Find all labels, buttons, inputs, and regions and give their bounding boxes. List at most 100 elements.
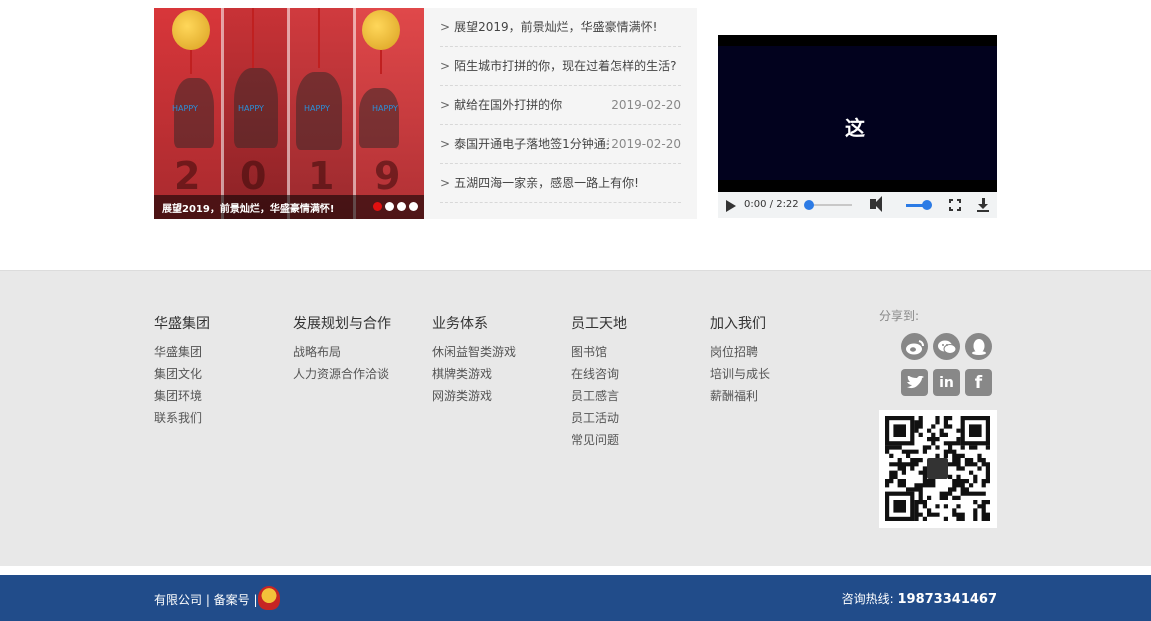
happy-text: HAPPY <box>304 104 330 113</box>
footer-link[interactable]: 常见问题 <box>571 429 627 451</box>
slide-dot[interactable] <box>409 202 418 211</box>
qq-icon[interactable] <box>965 333 992 360</box>
news-item[interactable]: > 献给在国外打拼的你 2019-02-20 <box>440 86 681 125</box>
year-digit: 1 <box>308 154 335 198</box>
footer-link[interactable]: 人力资源合作洽谈 <box>293 363 391 385</box>
lantern-icon <box>362 10 400 50</box>
footer-column-title: 业务体系 <box>432 316 488 332</box>
chevron-right-icon: > <box>440 59 451 73</box>
footer-link[interactable]: 在线咨询 <box>571 363 627 385</box>
chevron-right-icon: > <box>440 20 451 34</box>
chevron-right-icon: > <box>440 176 451 190</box>
hotline: 咨询热线: 19873341467 <box>842 590 997 607</box>
footer-link[interactable]: 棋牌类游戏 <box>432 363 516 385</box>
footer-column-title: 加入我们 <box>710 316 766 332</box>
footer-link[interactable]: 薪酬福利 <box>710 385 770 407</box>
happy-text: HAPPY <box>172 104 198 113</box>
chevron-right-icon: > <box>440 98 451 112</box>
video-player[interactable]: 这 0:00 / 2:22 <box>718 35 997 218</box>
news-title[interactable]: 五湖四海一家亲，感恩一路上有你! <box>454 176 639 190</box>
hotline-label: 咨询热线: <box>841 592 894 606</box>
footer-link[interactable]: 培训与成长 <box>710 363 770 385</box>
footer-link[interactable]: 员工感言 <box>571 385 627 407</box>
progress-knob[interactable] <box>804 200 814 210</box>
lantern-tassel <box>380 50 382 74</box>
footer-column: 发展规划与合作战略布局 人力资源合作洽谈 <box>293 313 391 385</box>
news-list: > 展望2019，前景灿烂，华盛豪情满怀! > 陌生城市打拼的你，现在过着怎样的生活?… <box>424 8 697 219</box>
chinese-knot-icon <box>252 8 254 68</box>
year-digit: 2 <box>174 154 201 198</box>
year-digit: 9 <box>374 154 401 198</box>
footer-link[interactable]: 图书馆 <box>571 341 627 363</box>
strip-divider <box>287 8 290 219</box>
footer-link[interactable]: 休闲益智类游戏 <box>432 341 516 363</box>
news-date: 2019-02-20 <box>609 125 681 163</box>
hotline-number[interactable]: 19873341467 <box>898 592 998 607</box>
video-time: 0:00 / 2:22 <box>744 199 799 210</box>
slide-caption[interactable]: 展望2019，前景灿烂，华盛豪情满怀! <box>162 200 334 215</box>
happy-text: HAPPY <box>238 104 264 113</box>
happy-text: HAPPY <box>372 104 398 113</box>
footer-column: 华盛集团 华盛集团 集团文化 集团环境 联系我们 <box>154 313 210 429</box>
footer-column: 员工天地图书馆 在线咨询 员工感言 员工活动 常见问题 <box>571 313 627 451</box>
progress-track[interactable] <box>808 204 852 206</box>
chinese-knot-icon <box>318 8 320 68</box>
news-item[interactable]: > 陌生城市打拼的你，现在过着怎样的生活? <box>440 47 681 86</box>
slide-dots <box>373 202 418 211</box>
footer-link[interactable]: 网游类游戏 <box>432 385 516 407</box>
play-icon[interactable] <box>726 200 736 212</box>
twitter-icon[interactable] <box>901 369 928 396</box>
current-time: 0:00 <box>744 199 767 210</box>
year-digit: 0 <box>240 154 267 198</box>
video-controls: 0:00 / 2:22 <box>718 192 997 218</box>
chevron-right-icon: > <box>440 137 451 151</box>
video-screen[interactable]: 这 <box>718 46 997 180</box>
news-title[interactable]: 献给在国外打拼的你 <box>454 98 562 112</box>
news-item[interactable]: > 泰国开通电子落地签1分钟通关 2019-02-20 <box>440 125 681 164</box>
slide-dot[interactable] <box>385 202 394 211</box>
footer-column-title: 发展规划与合作 <box>293 316 391 332</box>
duration: 2:22 <box>776 199 799 210</box>
footer-link[interactable]: 员工活动 <box>571 407 627 429</box>
news-title[interactable]: 展望2019，前景灿烂，华盛豪情满怀! <box>454 20 657 34</box>
strip-divider <box>353 8 356 219</box>
download-icon[interactable] <box>977 198 989 212</box>
footer-link[interactable]: 战略布局 <box>293 341 391 363</box>
volume-icon[interactable] <box>870 196 882 212</box>
weibo-icon[interactable] <box>901 333 928 360</box>
news-title[interactable]: 泰国开通电子落地签1分钟通关 <box>454 137 618 151</box>
site-footer: 华盛集团 华盛集团 集团文化 集团环境 联系我们 发展规划与合作 战略布局 人力资源合作洽谈业… <box>0 270 1151 566</box>
share-label: 分享到: <box>879 309 920 323</box>
footer-link[interactable]: 华盛集团 <box>154 341 210 363</box>
lantern-icon <box>172 10 210 50</box>
news-title[interactable]: 陌生城市打拼的你，现在过着怎样的生活? <box>454 59 676 73</box>
volume-knob[interactable] <box>921 200 932 210</box>
linkedin-icon[interactable]: in <box>933 369 960 396</box>
footer-column-title: 员工天地 <box>571 316 627 332</box>
facebook-icon[interactable]: f <box>965 369 992 396</box>
slide-dot[interactable] <box>397 202 406 211</box>
news-item[interactable]: > 五湖四海一家亲，感恩一路上有你! <box>440 164 681 203</box>
person-figure <box>174 78 214 148</box>
strip-divider <box>221 8 224 219</box>
wechat-icon[interactable] <box>933 333 960 360</box>
icp-record-text: 有限公司 | 备案号 | <box>154 593 258 607</box>
slide-dot[interactable] <box>373 202 382 211</box>
news-image-slider[interactable]: HAPPY HAPPY HAPPY HAPPY 2 0 1 9 展望2019，前… <box>154 8 424 219</box>
footer-link[interactable]: 岗位招聘 <box>710 341 770 363</box>
footer-link[interactable]: 集团文化 <box>154 363 210 385</box>
footer-column: 业务体系休闲益智类游戏 棋牌类游戏 网游类游戏 <box>432 313 516 407</box>
footer-column-title: 华盛集团 <box>154 316 210 332</box>
news-section: HAPPY HAPPY HAPPY HAPPY 2 0 1 9 展望2019，前… <box>0 0 1151 270</box>
footer-link[interactable]: 集团环境 <box>154 385 210 407</box>
footer-link[interactable]: 联系我们 <box>154 407 210 429</box>
person-figure <box>359 88 399 148</box>
lantern-tassel <box>190 50 192 74</box>
police-badge-icon[interactable] <box>258 586 280 610</box>
footer-column: 加入我们岗位招聘 培训与成长 薪酬福利 <box>710 313 770 407</box>
news-item[interactable]: > 展望2019，前景灿烂，华盛豪情满怀! <box>440 8 681 47</box>
news-date: 2019-02-20 <box>609 86 681 124</box>
slide-caption-bar: 展望2019，前景灿烂，华盛豪情满怀! <box>154 195 424 219</box>
video-overlay-text: 这 <box>845 116 865 140</box>
qr-code <box>879 410 997 528</box>
